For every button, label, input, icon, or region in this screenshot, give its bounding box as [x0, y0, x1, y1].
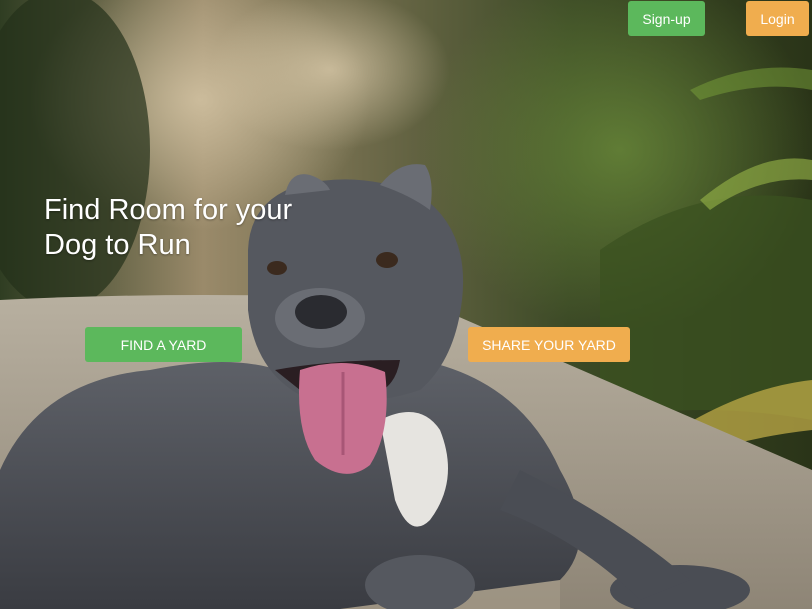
find-a-yard-button[interactable]: FIND A YARD [85, 327, 242, 362]
login-button[interactable]: Login [746, 1, 809, 36]
hero-headline-line1: Find Room for your [44, 194, 293, 226]
hero-background-dog-photo [0, 0, 812, 609]
hero-headline: Find Room for your Dog to Run [44, 193, 344, 263]
signup-button[interactable]: Sign-up [628, 1, 705, 36]
hero-headline-line2: Dog to Run [44, 229, 191, 261]
share-your-yard-button[interactable]: SHARE YOUR YARD [468, 327, 630, 362]
hero-section: Sign-up Login Find Room for your Dog to … [0, 0, 812, 609]
